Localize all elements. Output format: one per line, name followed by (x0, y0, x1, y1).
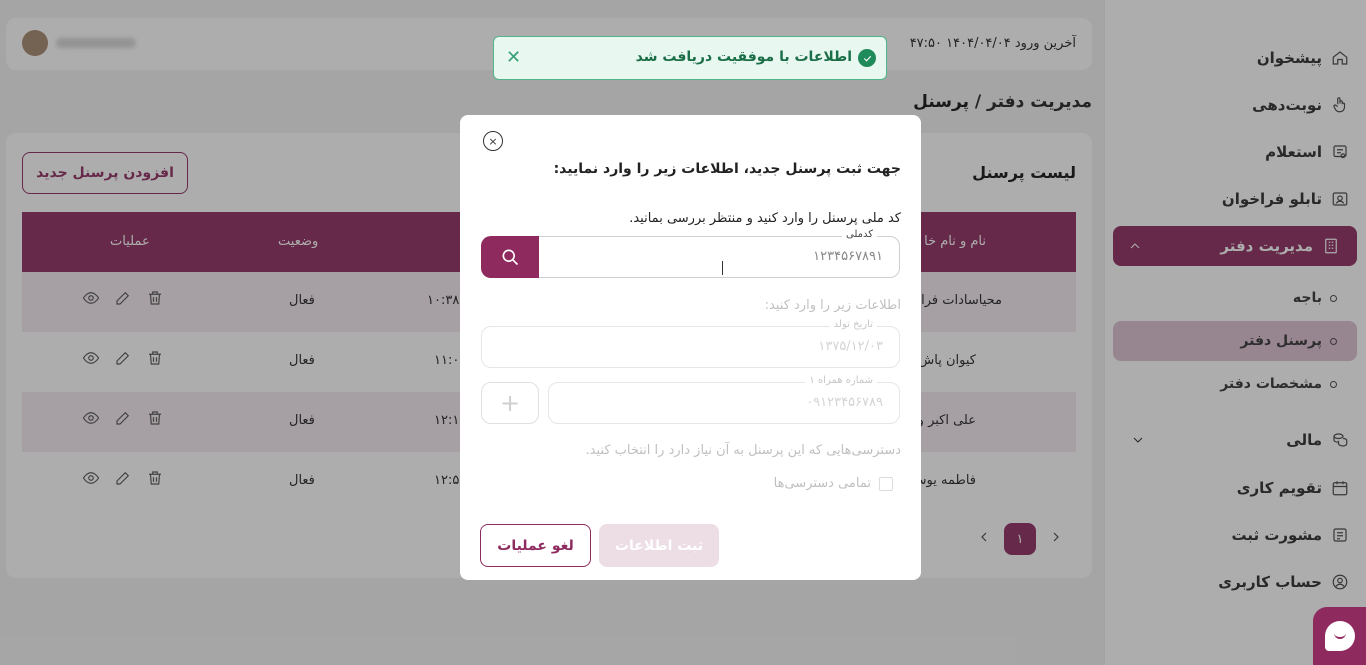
chat-icon (1324, 621, 1355, 651)
national-code-label: کدملی (841, 229, 877, 240)
success-toast: اطلاعات با موفقیت دریافت شد ✕ (493, 36, 887, 80)
submit-button[interactable]: ثبت اطلاعات (599, 524, 719, 567)
add-staff-modal: × جهت ثبت پرسنل جدید، اطلاعات زیر را وار… (460, 115, 921, 580)
birth-date-placeholder: ۱۳۷۵/۱۲/۰۳ (818, 339, 883, 354)
close-icon[interactable]: ✕ (506, 47, 521, 68)
search-icon (502, 249, 519, 266)
add-mobile-button[interactable]: + (481, 382, 539, 424)
close-icon[interactable]: × (483, 131, 503, 151)
mobile-field[interactable]: شماره همراه ۱ ۰۹۱۲۳۴۵۶۷۸۹ (548, 375, 900, 424)
chat-support-button[interactable] (1313, 607, 1366, 665)
check-circle-icon (858, 49, 876, 67)
national-code-field[interactable]: کدملی ۱۲۳۴۵۶۷۸۹۱ (481, 229, 900, 278)
info-prompt: اطلاعات زیر را وارد کنید: (764, 298, 901, 313)
mobile-placeholder: ۰۹۱۲۳۴۵۶۷۸۹ (806, 395, 883, 410)
toast-message: اطلاعات با موفقیت دریافت شد (635, 49, 852, 65)
cancel-button[interactable]: لغو عملیات (480, 524, 591, 567)
search-button[interactable] (481, 236, 539, 278)
modal-title: جهت ثبت پرسنل جدید، اطلاعات زیر را وارد … (553, 161, 901, 177)
all-access-label: تمامی دسترسی‌ها (773, 476, 871, 491)
modal-subtitle: کد ملی پرسنل را وارد کنید و منتظر بررسی … (629, 211, 901, 226)
birth-date-label: تاریخ تولد (829, 319, 877, 330)
access-prompt: دسترسی‌هایی که این پرسنل به آن نیاز دارد… (585, 443, 901, 458)
all-access-checkbox[interactable] (879, 477, 893, 491)
national-code-value: ۱۲۳۴۵۶۷۸۹۱ (813, 249, 883, 264)
mobile-label: شماره همراه ۱ (805, 375, 877, 386)
birth-date-field[interactable]: تاریخ تولد ۱۳۷۵/۱۲/۰۳ (481, 319, 900, 368)
text-cursor (722, 261, 724, 275)
